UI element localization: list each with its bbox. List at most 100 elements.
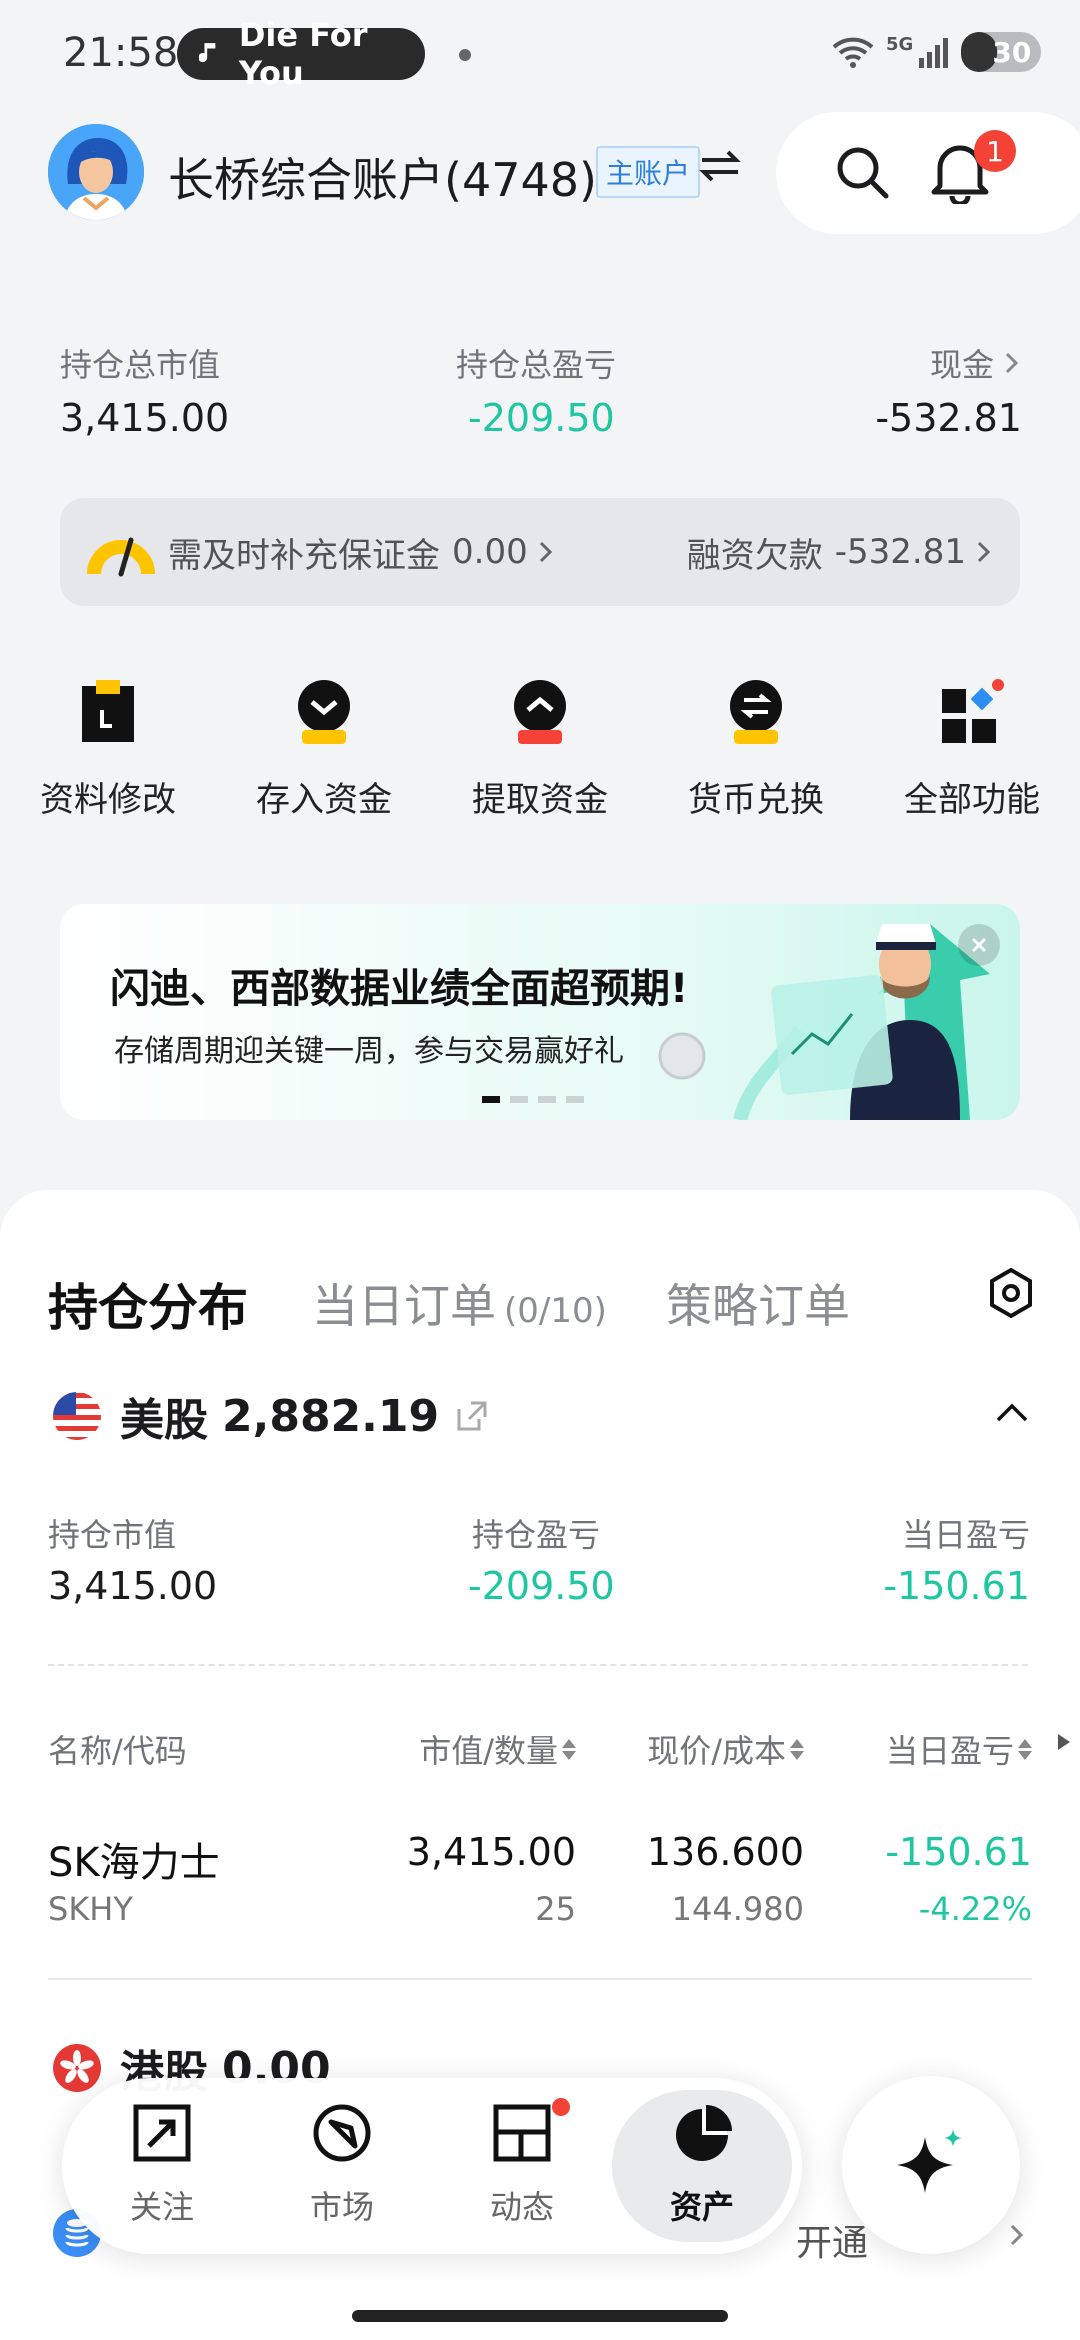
nav-label: 资产	[669, 2188, 734, 2226]
stock-day-pnl: -150.61	[885, 1830, 1032, 1874]
quick-action-label: 资料修改	[40, 780, 176, 820]
signal-icon	[919, 38, 949, 68]
col-value-qty-sort[interactable]: 市值/数量	[419, 1726, 576, 1772]
cash-value: -532.81	[875, 396, 1022, 440]
watchlist-icon	[133, 2104, 191, 2162]
chevron-right-icon	[1005, 352, 1019, 374]
col-price-cost-sort[interactable]: 现价/成本	[647, 1726, 804, 1772]
quick-action-label: 提取资金	[472, 780, 608, 820]
now-playing-title: Die For You	[238, 16, 368, 92]
settings-icon[interactable]	[986, 1266, 1036, 1320]
feed-badge-dot	[552, 2098, 570, 2116]
search-icon[interactable]	[832, 142, 892, 202]
cash-link[interactable]: 现金	[930, 340, 1022, 386]
us-market-value-label: 持仓市值	[48, 1516, 177, 1554]
switch-account-icon[interactable]	[698, 146, 742, 196]
tab-today-orders[interactable]: 当日订单 (0/10)	[312, 1270, 607, 1336]
stock-price: 136.600	[646, 1830, 804, 1874]
sort-icon	[790, 1738, 804, 1760]
quick-action-label: 全部功能	[904, 780, 1040, 820]
stock-code: SKHY	[48, 1890, 133, 1928]
network-label: 5G	[886, 33, 914, 55]
banner-title: 闪迪、西部数据业绩全面超预期!	[110, 966, 689, 1012]
nav-assets[interactable]: 资产	[622, 2102, 782, 2228]
scroll-right-icon[interactable]	[1058, 1734, 1070, 1750]
margin-bar: 需及时补充保证金 0.00 融资欠款 -532.81	[60, 498, 1020, 606]
us-day-pnl: -150.61	[883, 1564, 1030, 1608]
nav-feed[interactable]: 动态	[442, 2102, 602, 2228]
tab-strategy-orders[interactable]: 策略订单	[666, 1270, 850, 1336]
col-price-cost: 现价/成本	[647, 1732, 786, 1770]
chevron-right-icon	[539, 541, 552, 563]
currency-exchange-icon	[730, 680, 782, 744]
now-playing-pill[interactable]: Die For You	[177, 16, 425, 92]
banner-subtitle: 存储周期迎关键一周，参与交易赢好礼	[114, 1034, 624, 1069]
nav-market[interactable]: 市场	[262, 2102, 422, 2228]
us-market-value: 3,415.00	[48, 1564, 218, 1608]
status-bar: 21:58 Die For You 5G 30	[0, 0, 1080, 110]
cash-label: 现金	[929, 346, 994, 384]
tab-today-orders-label: 当日订单	[312, 1279, 496, 1333]
us-market-header[interactable]: 美股 2,882.19	[52, 1384, 489, 1448]
wifi-icon	[832, 37, 874, 68]
us-market-label: 美股	[120, 1395, 208, 1446]
quick-action-deposit[interactable]: 存入资金	[224, 670, 424, 821]
us-market-amount: 2,882.19	[222, 1390, 440, 1442]
section-divider	[48, 1664, 1028, 1666]
stock-cost: 144.980	[671, 1890, 804, 1928]
avatar[interactable]	[48, 124, 144, 220]
us-day-pnl-label: 当日盈亏	[901, 1516, 1030, 1554]
quick-action-profile[interactable]: 资料修改	[8, 670, 208, 821]
close-banner-button[interactable]	[958, 924, 1000, 966]
col-name-code: 名称/代码	[48, 1732, 187, 1770]
col-value-qty: 市值/数量	[419, 1732, 558, 1770]
us-pnl: -209.50	[468, 1564, 615, 1608]
margin-loan-value: -532.81	[834, 532, 966, 572]
margin-call-value: 0.00	[452, 532, 528, 572]
all-functions-icon	[942, 679, 1004, 743]
us-pnl-label: 持仓盈亏	[472, 1516, 601, 1554]
nav-label: 关注	[129, 2188, 194, 2226]
market-icon	[313, 2104, 371, 2162]
bottom-nav: 关注 市场 动态 资产	[62, 2078, 802, 2254]
feed-icon	[493, 2104, 551, 2162]
quick-action-exchange[interactable]: 货币兑换	[656, 670, 856, 821]
account-name[interactable]: 长桥综合账户(4748)	[168, 144, 597, 210]
deposit-icon	[298, 680, 350, 744]
quick-action-label: 货币兑换	[688, 780, 824, 820]
chevron-right-icon	[977, 541, 991, 563]
sparkle-icon	[897, 2129, 962, 2193]
close-icon	[971, 937, 987, 953]
total-pnl: -209.50	[468, 396, 615, 440]
quick-action-label: 存入资金	[256, 780, 392, 820]
table-row[interactable]: SK海力士 SKHY 3,415.00 25 136.600 144.980 -…	[0, 1800, 1080, 1970]
col-day-pnl: 当日盈亏	[885, 1732, 1014, 1770]
nav-watchlist[interactable]: 关注	[82, 2102, 242, 2228]
tab-positions[interactable]: 持仓分布	[48, 1268, 248, 1340]
chevron-right-icon	[1010, 2224, 1024, 2246]
positions-tabs: 持仓分布 当日订单 (0/10) 策略订单	[48, 1262, 1038, 1337]
main-account-badge: 主账户	[596, 146, 701, 198]
quick-action-all[interactable]: 全部功能	[872, 670, 1072, 821]
promo-banner[interactable]: 闪迪、西部数据业绩全面超预期! 存储周期迎关键一周，参与交易赢好礼	[60, 904, 1020, 1120]
us-flag-icon	[53, 1392, 101, 1440]
profile-edit-icon	[82, 680, 134, 742]
stock-name: SK海力士	[48, 1840, 220, 1886]
chevron-up-icon[interactable]	[994, 1400, 1030, 1424]
battery-level: 30	[992, 35, 1032, 69]
total-value-label: 持仓总市值	[60, 346, 221, 384]
open-account-link[interactable]: 开通	[796, 2214, 868, 2266]
col-day-pnl-sort[interactable]: 当日盈亏	[886, 1726, 1032, 1772]
margin-loan-link[interactable]: 融资欠款 -532.81	[687, 528, 994, 577]
row-divider	[48, 1978, 1032, 1980]
music-note-icon	[199, 43, 216, 63]
nav-label: 动态	[489, 2188, 554, 2226]
external-link-icon[interactable]	[455, 1399, 489, 1433]
stock-day-pnl-pct: -4.22%	[918, 1890, 1032, 1928]
margin-call-link[interactable]: 需及时补充保证金 0.00	[168, 528, 556, 577]
margin-loan-label: 融资欠款	[686, 535, 823, 576]
gauge-icon	[87, 537, 155, 577]
quick-action-withdraw[interactable]: 提取资金	[440, 670, 640, 821]
account-header: 长桥综合账户(4748) 主账户 1	[48, 112, 1080, 234]
ai-assistant-button[interactable]	[842, 2076, 1020, 2254]
